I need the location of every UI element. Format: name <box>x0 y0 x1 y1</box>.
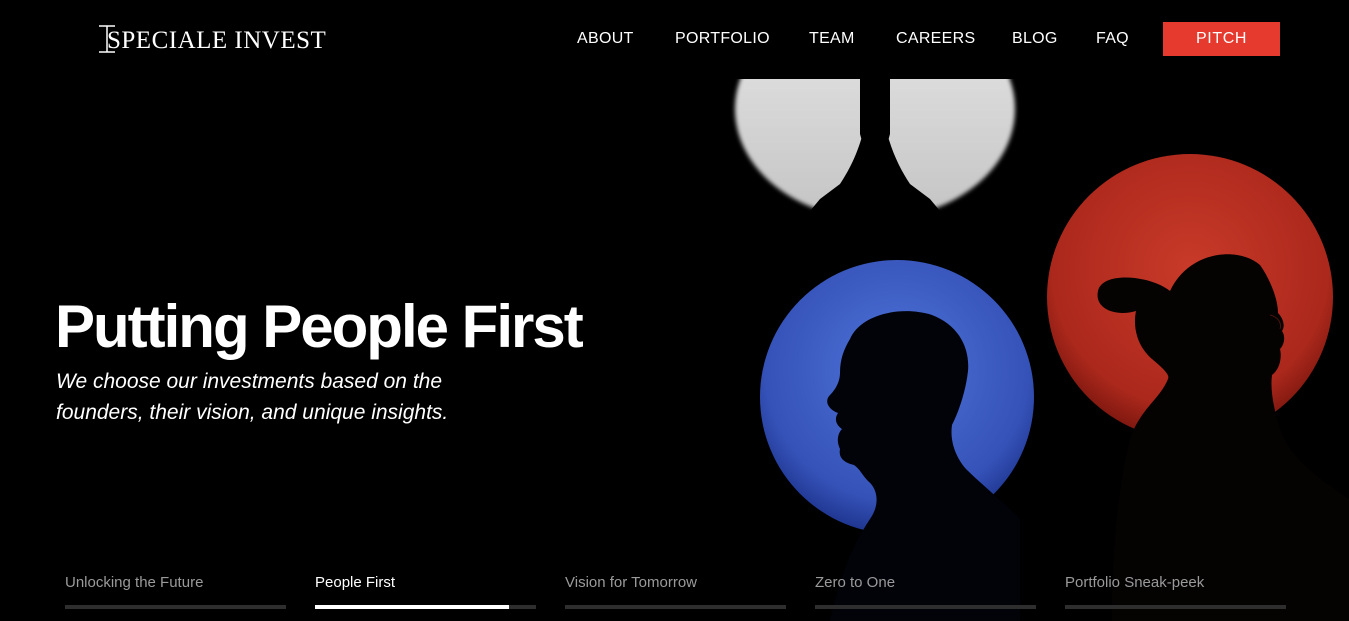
brand-name: SPECIALE INVEST <box>107 26 327 54</box>
tab-progress-fill <box>315 605 510 609</box>
tab-progress-track <box>315 605 536 609</box>
nav-team[interactable]: TEAM <box>809 22 855 56</box>
grey-circle-graphic <box>735 79 1015 254</box>
tab-label: Unlocking the Future <box>65 574 204 591</box>
nav-blog[interactable]: BLOG <box>1012 22 1058 56</box>
tab-vision-for-tomorrow[interactable]: Vision for Tomorrow <box>565 566 786 616</box>
nav-about[interactable]: ABOUT <box>577 22 634 56</box>
hero-title: Putting People First <box>55 293 584 360</box>
tab-label: Portfolio Sneak-peek <box>1065 574 1205 591</box>
site-header: SPECIALE INVEST ABOUT PORTFOLIO TEAM CAR… <box>0 0 1349 79</box>
tab-progress-track <box>65 605 286 609</box>
brand-logo[interactable]: SPECIALE INVEST <box>96 22 326 56</box>
nav-faq[interactable]: FAQ <box>1096 22 1129 56</box>
logo-mark-icon <box>96 23 116 55</box>
tab-portfolio-sneak-peek[interactable]: Portfolio Sneak-peek <box>1065 566 1286 616</box>
tab-people-first[interactable]: People First <box>315 566 536 616</box>
hero-subtitle: We choose our investments based on the f… <box>56 370 449 424</box>
hero-illustration <box>700 79 1349 621</box>
tab-progress-track <box>1065 605 1286 609</box>
tab-label: Vision for Tomorrow <box>565 574 697 591</box>
red-circle-graphic <box>1047 154 1349 621</box>
tab-zero-to-one[interactable]: Zero to One <box>815 566 1036 616</box>
tab-label: Zero to One <box>815 574 896 591</box>
nav-careers[interactable]: CAREERS <box>896 22 975 56</box>
slide-tabs: Unlocking the Future People First Vision… <box>0 566 1349 621</box>
tab-progress-track <box>815 605 1036 609</box>
tab-unlocking-the-future[interactable]: Unlocking the Future <box>65 566 286 616</box>
pitch-button[interactable]: PITCH <box>1163 22 1280 56</box>
nav-portfolio[interactable]: PORTFOLIO <box>675 22 770 56</box>
tab-progress-track <box>565 605 786 609</box>
tab-label: People First <box>315 574 396 591</box>
